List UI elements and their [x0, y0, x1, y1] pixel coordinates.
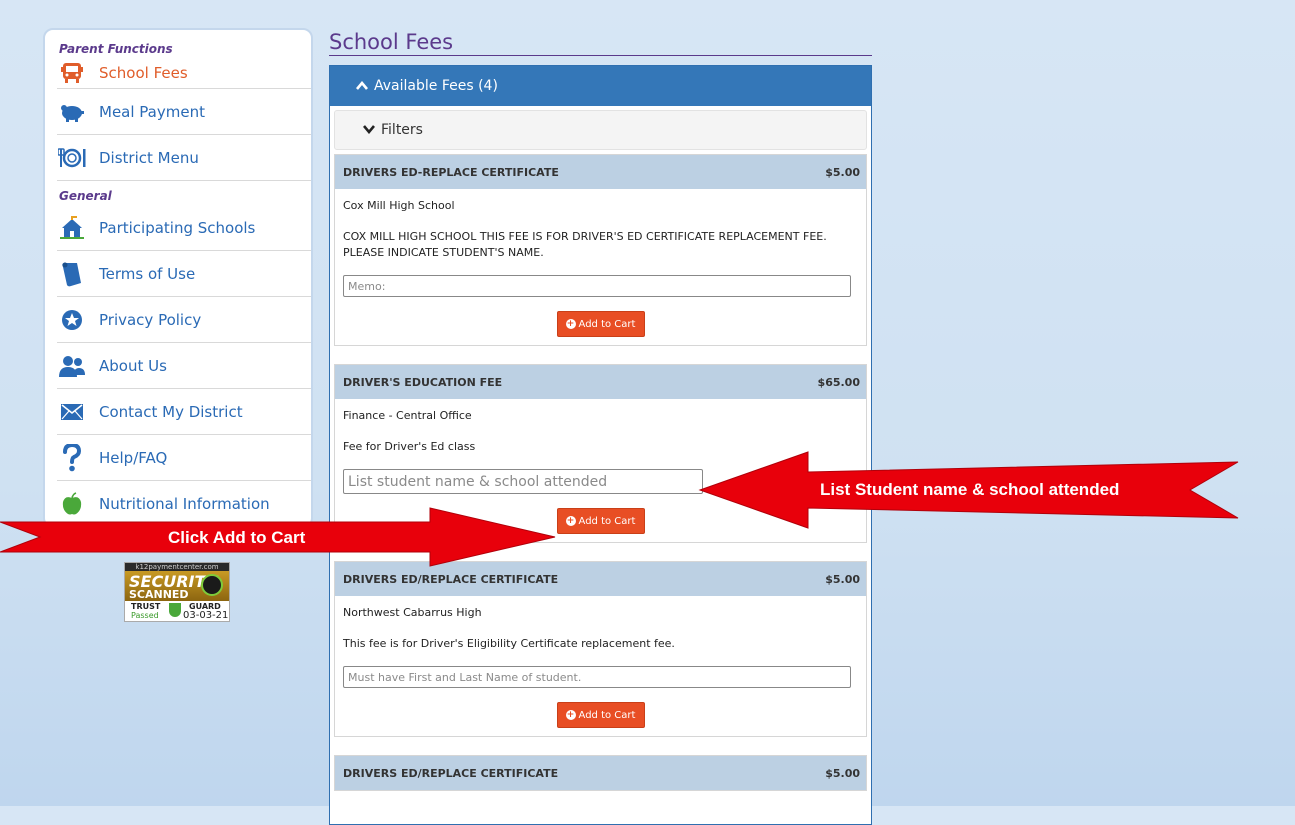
sidebar-item-label: Participating Schools [99, 218, 256, 237]
badge-trust-text: TRUST [131, 602, 161, 611]
memo-input[interactable] [343, 666, 851, 688]
badge-date: 03-03-21 [183, 610, 229, 621]
fee-name: DRIVERS ED-REPLACE CERTIFICATE [343, 165, 559, 179]
fee-item: DRIVERS ED/REPLACE CERTIFICATE $5.00 Nor… [334, 561, 867, 737]
add-to-cart-button[interactable]: + Add to Cart [556, 508, 645, 534]
sidebar-heading-general: General [59, 189, 112, 203]
sidebar-item-label: About Us [99, 356, 167, 375]
sidebar-item-privacy-policy[interactable]: Privacy Policy [57, 297, 311, 343]
add-to-cart-button[interactable]: + Add to Cart [556, 702, 645, 728]
fee-name: DRIVER'S EDUCATION FEE [343, 375, 503, 389]
right-annotation-text: List Student name & school attended [820, 480, 1120, 499]
fee-price: $5.00 [825, 165, 860, 179]
fee-name: DRIVERS ED/REPLACE CERTIFICATE [343, 766, 559, 780]
sidebar-item-terms-of-use[interactable]: Terms of Use [57, 251, 311, 297]
badge-site: k12paymentcenter.com [125, 563, 229, 571]
sidebar-item-nutritional-information[interactable]: Nutritional Information [57, 481, 311, 526]
shield-icon [169, 603, 181, 617]
chevron-up-icon [356, 79, 368, 93]
people-icon [57, 352, 87, 380]
sidebar-item-district-menu[interactable]: District Menu [57, 135, 311, 181]
shield-badge-icon [57, 306, 87, 334]
plate-utensils-icon [57, 144, 87, 172]
sidebar-item-participating-schools[interactable]: Participating Schools [57, 205, 311, 251]
fee-price: $5.00 [825, 572, 860, 586]
plus-circle-icon: + [565, 319, 576, 329]
fee-header: DRIVERS ED-REPLACE CERTIFICATE $5.00 [335, 155, 866, 189]
fee-school: Cox Mill High School [343, 199, 455, 212]
fee-header: DRIVERS ED/REPLACE CERTIFICATE $5.00 [335, 562, 866, 596]
badge-band: SECURITY SCANNED [125, 571, 229, 601]
sidebar-item-contact-my-district[interactable]: Contact My District [57, 389, 311, 435]
page-title: School Fees [329, 30, 872, 56]
security-scanned-badge[interactable]: k12paymentcenter.com SECURITY SCANNED TR… [124, 562, 230, 622]
sidebar-item-meal-payment[interactable]: Meal Payment [57, 89, 311, 135]
fee-description: Fee for Driver's Ed class [343, 440, 476, 453]
sidebar-item-label: District Menu [99, 148, 199, 167]
envelope-icon [57, 398, 87, 426]
sidebar-item-label: Contact My District [99, 402, 243, 421]
memo-input[interactable] [343, 275, 851, 297]
fee-header: DRIVERS ED/REPLACE CERTIFICATE $5.00 [335, 756, 866, 790]
piggy-bank-icon [57, 98, 87, 126]
badge-footer: TRUST GUARD Passed 03-03-21 [125, 601, 229, 621]
fee-name: DRIVERS ED/REPLACE CERTIFICATE [343, 572, 559, 586]
memo-input[interactable] [343, 469, 703, 494]
chevron-down-icon [363, 123, 375, 137]
sidebar-item-label: Help/FAQ [99, 448, 168, 467]
add-to-cart-label: Add to Cart [578, 318, 636, 330]
sidebar-item-label: Terms of Use [99, 264, 196, 283]
badge-scanned-text: SCANNED [129, 588, 189, 601]
filters-label: Filters [381, 122, 423, 138]
fee-school: Finance - Central Office [343, 409, 472, 422]
sidebar-item-label: Privacy Policy [99, 310, 202, 329]
sidebar-item-help-faq[interactable]: Help/FAQ [57, 435, 311, 481]
sidebar-item-label: Nutritional Information [99, 494, 270, 513]
fee-description: COX MILL HIGH SCHOOL THIS FEE IS FOR DRI… [343, 230, 827, 259]
badge-status: Passed [131, 611, 159, 620]
question-mark-icon [57, 443, 87, 472]
fee-item: DRIVERS ED/REPLACE CERTIFICATE $5.00 [334, 755, 867, 791]
school-bus-icon [57, 59, 87, 87]
sidebar-item-about-us[interactable]: About Us [57, 343, 311, 389]
sidebar-item-label: Meal Payment [99, 102, 205, 121]
apple-icon [57, 490, 87, 518]
left-annotation-text: Click Add to Cart [168, 528, 306, 547]
schoolhouse-icon [57, 214, 87, 242]
fee-price: $65.00 [817, 375, 860, 389]
add-to-cart-button[interactable]: + Add to Cart [556, 311, 645, 337]
fee-item: DRIVERS ED-REPLACE CERTIFICATE $5.00 Cox… [334, 154, 867, 346]
filters-toggle[interactable]: Filters [334, 110, 867, 150]
plus-circle-icon: + [565, 516, 576, 526]
scroll-icon [57, 260, 87, 288]
add-to-cart-label: Add to Cart [578, 515, 636, 527]
available-fees-label: Available Fees (4) [374, 78, 498, 94]
available-fees-header[interactable]: Available Fees (4) [330, 66, 871, 106]
fee-school: Northwest Cabarrus High [343, 606, 482, 619]
fee-item: DRIVER'S EDUCATION FEE $65.00 Finance - … [334, 364, 867, 543]
fee-description: This fee is for Driver's Eligibility Cer… [343, 637, 675, 650]
sidebar-heading-parent-functions: Parent Functions [59, 42, 173, 56]
pulse-seal-icon [201, 574, 223, 596]
sidebar-item-school-fees[interactable]: School Fees [57, 58, 311, 89]
sidebar-nav: Parent Functions School Fees Meal Paymen… [43, 28, 313, 528]
plus-circle-icon: + [565, 710, 576, 720]
add-to-cart-label: Add to Cart [578, 709, 636, 721]
sidebar-item-label: School Fees [99, 64, 188, 82]
fee-price: $5.00 [825, 766, 860, 780]
available-fees-panel: Available Fees (4) Filters DRIVERS ED-RE… [329, 65, 872, 825]
fee-header: DRIVER'S EDUCATION FEE $65.00 [335, 365, 866, 399]
